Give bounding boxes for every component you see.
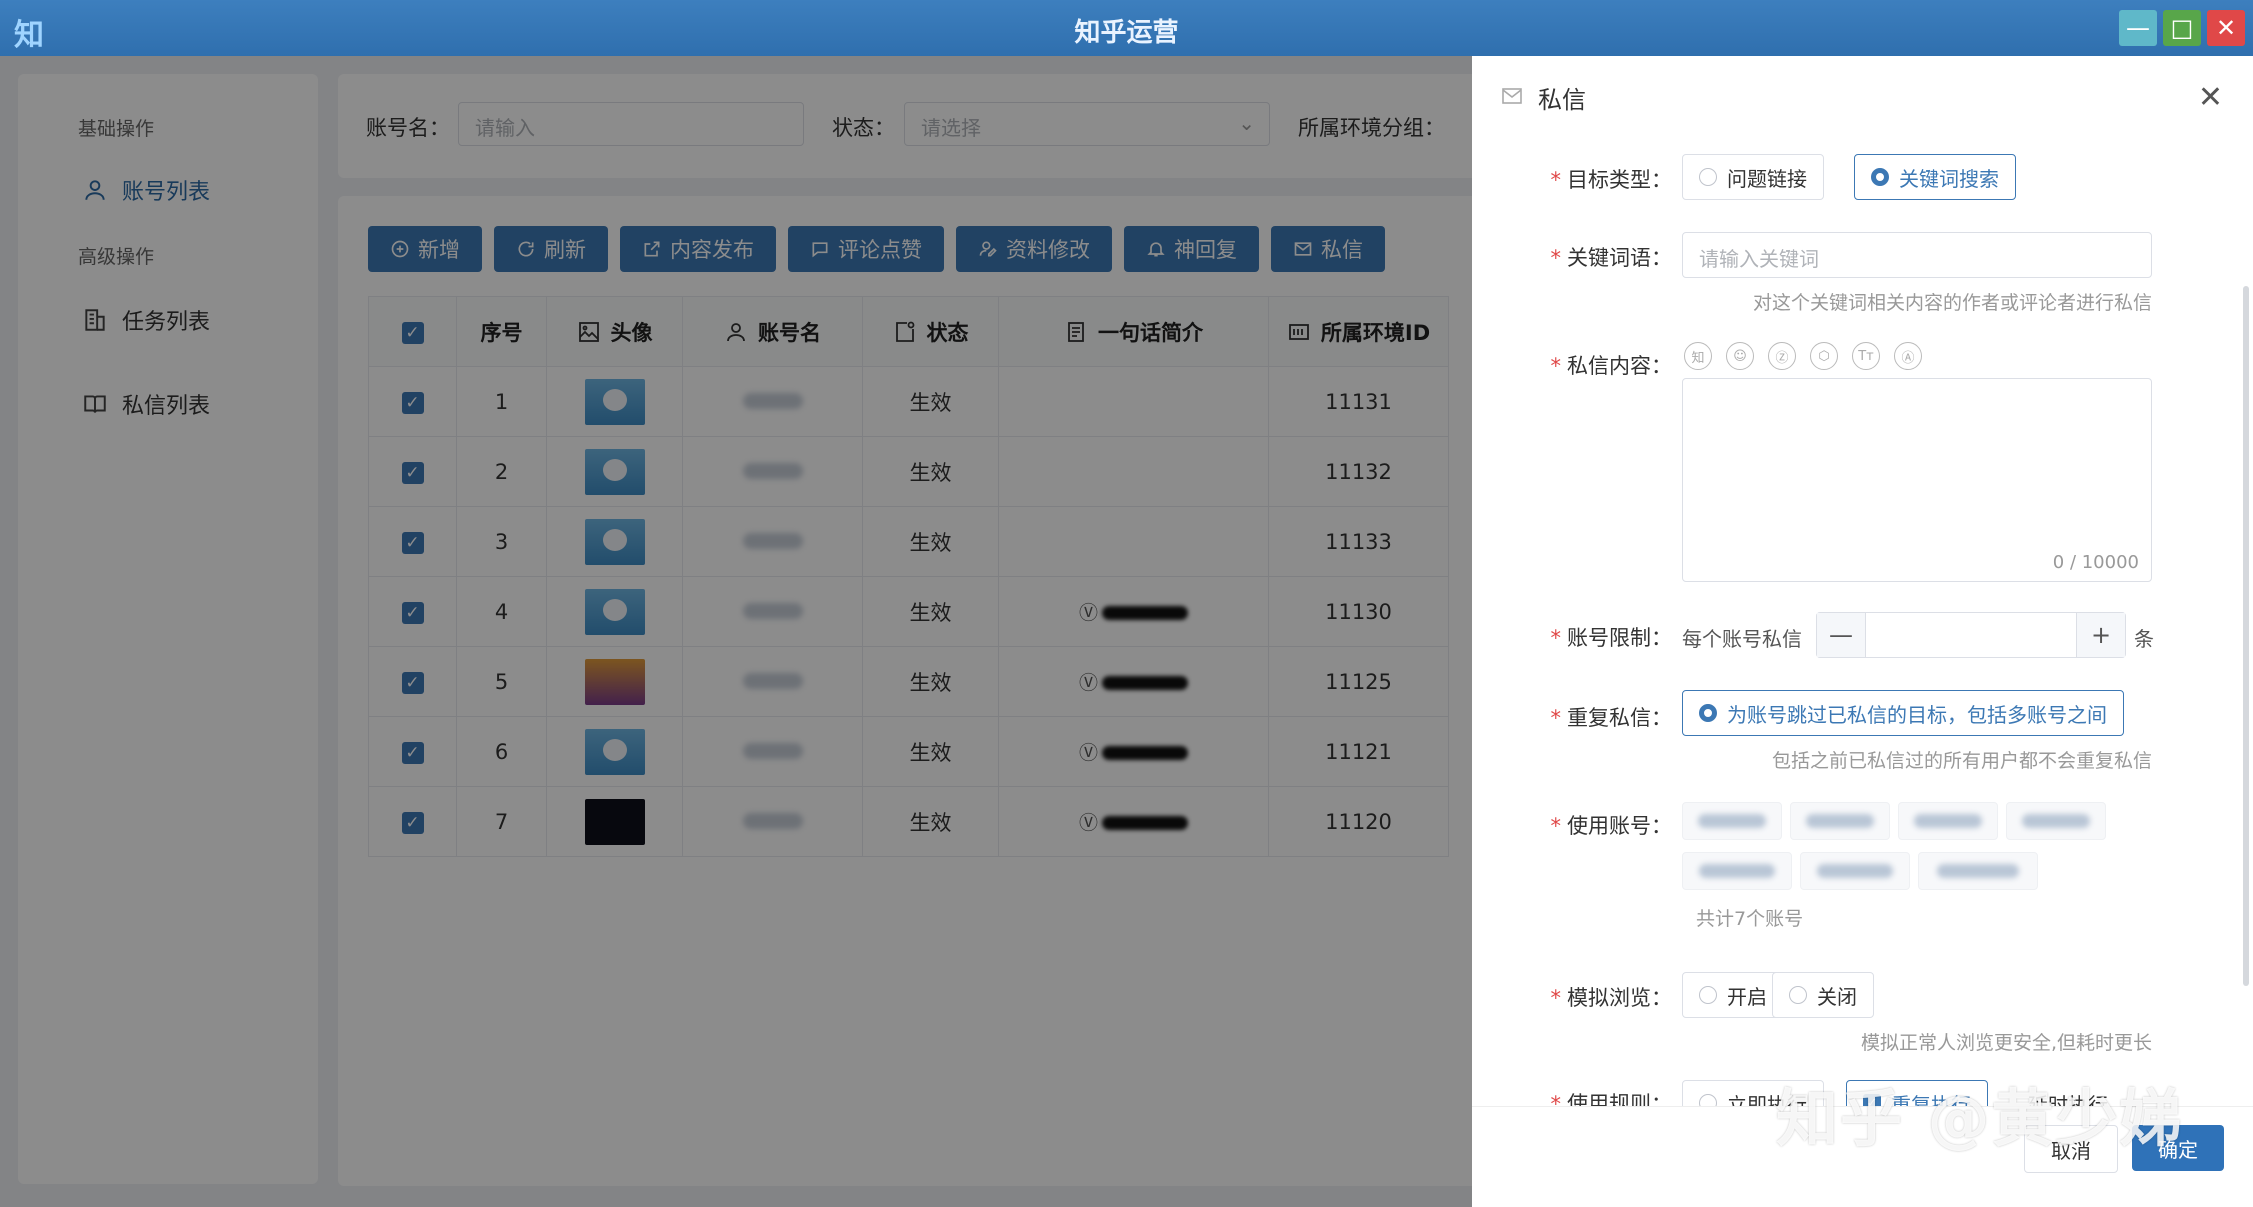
decrement-button[interactable]: — [1817,613,1866,657]
radio-label: 问题链接 [1727,166,1807,191]
close-window-button[interactable]: ✕ [2207,10,2245,46]
minimize-button[interactable]: — [2119,10,2157,46]
content-textarea[interactable]: 0 / 10000 [1682,378,2152,582]
mail-icon [1502,88,1522,104]
limit-suffix: 条 [2134,627,2154,651]
radio-unchecked [1789,986,1807,1004]
private-message-drawer: 私信 ✕ * 目标类型： 问题链接 关键词搜索 * 关键词语： 请输入关键词 对这个… [1472,56,2253,1207]
repeat-label: * 重复私信： [1550,706,1673,730]
target-type-keyword-search[interactable]: 关键词搜索 [1854,154,2016,200]
account-tag[interactable] [1682,852,1792,890]
radio-checked [1871,168,1889,186]
browse-off-option[interactable]: 关闭 [1772,972,1874,1018]
radio-label: 开启 [1727,984,1767,1009]
repeat-skip-option[interactable]: 为账号跳过已私信的目标，包括多账号之间 [1682,690,2124,736]
account-tag[interactable] [1898,802,1998,840]
cube-icon[interactable]: ⬡ [1810,342,1838,370]
account-tag[interactable] [1682,802,1782,840]
keyword-input[interactable]: 请输入关键词 [1682,232,2152,278]
text-size-icon[interactable]: Tт [1852,342,1880,370]
drawer-form: * 目标类型： 问题链接 关键词搜索 * 关键词语： 请输入关键词 对这个关键词相关… [1472,136,2253,1106]
editor-toolbar: 知 ☺ Ⓩ ⬡ Tт Ⓐ [1684,342,1922,370]
radio-label: 关闭 [1817,984,1857,1009]
repeat-hint: 包括之前已私信过的所有用户都不会重复私信 [1771,750,2152,772]
account-count: 共计7个账号 [1696,908,1804,930]
radio-label: 关键词搜索 [1899,166,1999,191]
keyword-hint: 对这个关键词相关内容的作者或评论者进行私信 [1752,292,2152,314]
a-icon[interactable]: Ⓐ [1894,342,1922,370]
limit-stepper[interactable]: — + [1816,612,2126,658]
browse-on-option[interactable]: 开启 [1682,972,1784,1018]
radio-unchecked [1699,986,1717,1004]
window-controls: — □ ✕ [2119,10,2245,46]
drawer-title: 私信 [1538,86,1586,114]
account-tag[interactable] [1790,802,1890,840]
target-type-question-link[interactable]: 问题链接 [1682,154,1824,200]
drawer-header: 私信 ✕ [1472,56,2253,136]
rule-label: * 使用规则： [1550,1092,1673,1106]
app-window: 知 知乎运营 — □ ✕ 基础操作 账号列表 高级操作 任务列表 私信列表 账号… [0,0,2253,1207]
increment-button[interactable]: + [2076,613,2125,657]
keyword-label: * 关键词语： [1550,246,1673,270]
char-counter: 0 / 10000 [2052,552,2139,573]
radio-unchecked [1699,1094,1717,1106]
account-tag[interactable] [2006,802,2106,840]
close-icon[interactable]: ✕ [2198,80,2223,115]
radio-unchecked [1699,168,1717,186]
z-icon[interactable]: Ⓩ [1768,342,1796,370]
content-label: * 私信内容： [1550,354,1673,378]
maximize-button[interactable]: □ [2163,10,2201,46]
zhihu-icon[interactable]: 知 [1684,342,1712,370]
browse-hint: 模拟正常人浏览更安全,但耗时更长 [1860,1032,2152,1054]
watermark: 知乎 @黄少娣 [1776,1082,2184,1155]
target-type-label: * 目标类型： [1550,168,1673,192]
limit-prefix: 每个账号私信 [1682,627,1802,651]
radio-label: 为账号跳过已私信的目标，包括多账号之间 [1727,702,2107,727]
limit-value-input[interactable] [1866,613,2076,657]
account-tag[interactable] [1800,852,1910,890]
title-bar: 知 知乎运营 — □ ✕ [0,0,2253,56]
radio-checked [1699,704,1717,722]
account-tag[interactable] [1918,852,2038,890]
browse-label: * 模拟浏览： [1550,986,1673,1010]
drawer-scrollbar[interactable] [2243,286,2249,986]
limit-label: * 账号限制： [1550,626,1673,650]
emoji-icon[interactable]: ☺ [1726,342,1754,370]
accounts-label: * 使用账号： [1550,814,1673,838]
window-title: 知乎运营 [1074,18,1179,48]
